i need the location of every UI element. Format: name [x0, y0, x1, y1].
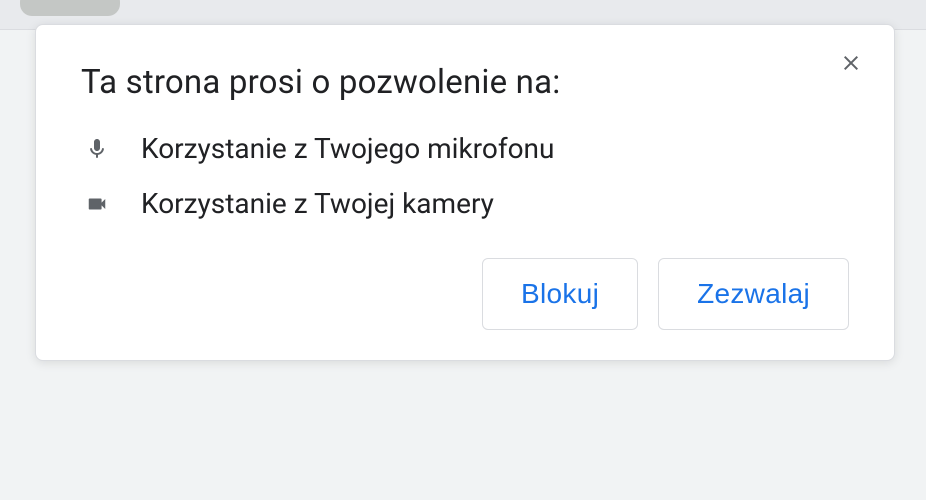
microphone-icon — [81, 135, 113, 163]
permission-item-camera: Korzystanie z Twojej kamery — [81, 187, 849, 220]
block-button[interactable]: Blokuj — [482, 258, 638, 330]
dialog-title: Ta strona prosi o pozwolenie na: — [81, 63, 849, 102]
permission-label: Korzystanie z Twojej kamery — [141, 187, 494, 220]
permission-label: Korzystanie z Twojego mikrofonu — [141, 132, 554, 165]
close-button[interactable] — [836, 50, 866, 80]
permission-item-microphone: Korzystanie z Twojego mikrofonu — [81, 132, 849, 165]
background-shape — [20, 0, 120, 16]
permission-dialog: Ta strona prosi o pozwolenie na: Korzyst… — [35, 24, 895, 361]
dialog-content: Ta strona prosi o pozwolenie na: Korzyst… — [36, 25, 894, 360]
close-icon — [839, 51, 863, 79]
camera-icon — [81, 190, 113, 218]
button-row: Blokuj Zezwalaj — [81, 258, 849, 330]
allow-button[interactable]: Zezwalaj — [658, 258, 849, 330]
